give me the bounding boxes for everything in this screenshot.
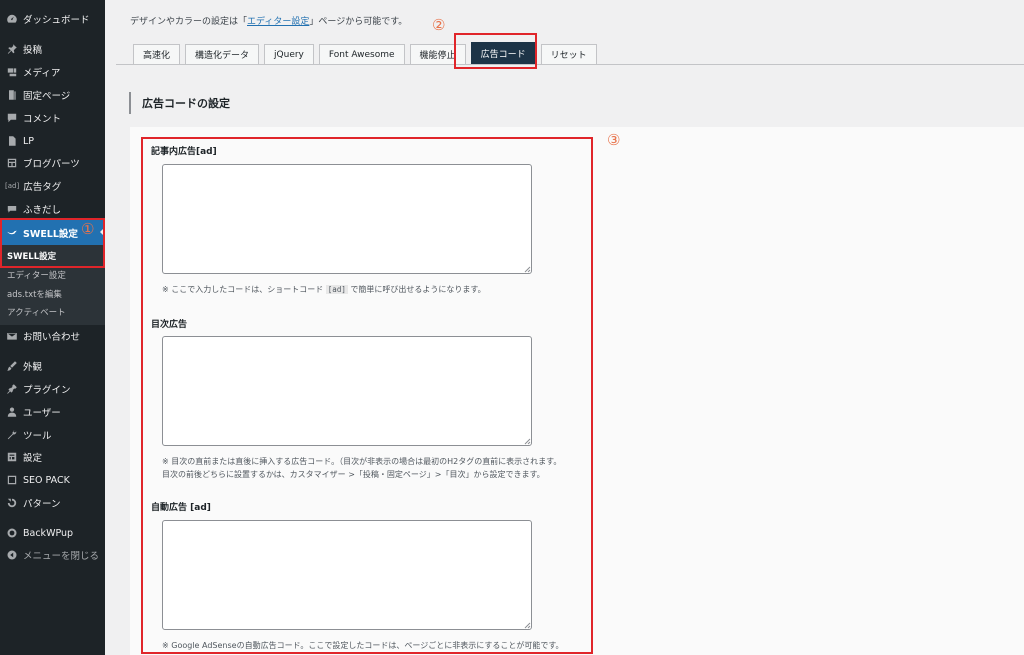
annotation-number-1: ① bbox=[81, 220, 95, 238]
sidebar-item-patterns[interactable]: パターン bbox=[0, 492, 105, 514]
pin-icon bbox=[5, 43, 18, 56]
sidebar-item-label: ダッシュボード bbox=[23, 15, 90, 26]
submenu-item-editor-settings[interactable]: エディター設定 bbox=[0, 266, 105, 284]
brush-icon bbox=[5, 360, 18, 373]
tab-speed[interactable]: 高速化 bbox=[133, 44, 181, 64]
document-icon bbox=[5, 135, 18, 148]
backwpup-icon bbox=[5, 527, 18, 540]
dashboard-icon bbox=[5, 13, 18, 26]
settings-description: デザインやカラーの設定は「エディター設定」ページから可能です。 bbox=[130, 17, 408, 27]
sidebar-item-label: 外観 bbox=[23, 362, 43, 373]
settings-icon bbox=[5, 451, 18, 464]
sidebar-item-contact[interactable]: お問い合わせ bbox=[0, 325, 105, 347]
sidebar-item-label: メディア bbox=[23, 68, 61, 79]
tab-structured-data[interactable]: 構造化データ bbox=[185, 44, 260, 64]
annotation-number-3: ③ bbox=[607, 131, 621, 149]
sidebar-item-comments[interactable]: コメント bbox=[0, 107, 105, 129]
seo-icon bbox=[5, 474, 18, 487]
sidebar-item-label: プラグイン bbox=[23, 385, 71, 396]
page-icon bbox=[5, 89, 18, 102]
sidebar-item-appearance[interactable]: 外観 bbox=[0, 355, 105, 377]
tabs-divider bbox=[116, 64, 1024, 65]
editor-settings-link[interactable]: エディター設定 bbox=[247, 17, 309, 27]
sidebar-item-blog-parts[interactable]: ブログパーツ bbox=[0, 152, 105, 174]
sidebar-item-lp[interactable]: LP bbox=[0, 130, 105, 152]
ad-icon: [ad] bbox=[5, 182, 20, 190]
sidebar-item-posts[interactable]: 投稿 bbox=[0, 38, 105, 60]
sidebar-item-label: LP bbox=[23, 135, 35, 147]
tab-reset[interactable]: リセット bbox=[540, 44, 597, 64]
sidebar-item-media[interactable]: メディア bbox=[0, 61, 105, 83]
page-title: 広告コードの設定 bbox=[129, 92, 230, 114]
sidebar-item-users[interactable]: ユーザー bbox=[0, 401, 105, 423]
collapse-icon bbox=[5, 549, 18, 562]
comment-icon bbox=[5, 112, 18, 125]
media-icon bbox=[5, 66, 18, 79]
sidebar-item-label: BackWPup bbox=[23, 527, 74, 539]
user-icon bbox=[5, 406, 18, 419]
layout-icon bbox=[5, 157, 18, 170]
sidebar-item-settings[interactable]: 設定 bbox=[0, 446, 105, 468]
sidebar-item-label: 設定 bbox=[23, 453, 43, 464]
sidebar-item-label: メニューを閉じる bbox=[23, 551, 100, 562]
sidebar-item-label: 固定ページ bbox=[23, 91, 71, 102]
mail-icon bbox=[5, 330, 18, 343]
sidebar-item-tools[interactable]: ツール bbox=[0, 424, 105, 446]
sidebar-item-label: SEO PACK bbox=[23, 474, 70, 486]
pattern-icon bbox=[5, 497, 18, 510]
sidebar-item-plugins[interactable]: プラグイン bbox=[0, 378, 105, 400]
plugin-icon bbox=[5, 383, 18, 396]
sidebar-item-ad-tags[interactable]: [ad] 広告タグ bbox=[0, 175, 105, 197]
sidebar-item-label: ユーザー bbox=[23, 408, 61, 419]
tab-jquery[interactable]: jQuery bbox=[264, 44, 314, 64]
submenu-item-activate[interactable]: アクティベート bbox=[0, 303, 105, 321]
sidebar-item-label: パターン bbox=[23, 499, 61, 510]
sidebar-item-dashboard[interactable]: ダッシュボード bbox=[0, 8, 105, 30]
sidebar-item-label: ふきだし bbox=[23, 205, 62, 216]
annotation-number-2: ② bbox=[432, 16, 446, 34]
sidebar-item-fukidashi[interactable]: ふきだし bbox=[0, 198, 105, 220]
bubble-icon bbox=[5, 203, 18, 216]
sidebar-item-label: 投稿 bbox=[23, 45, 43, 56]
admin-sidebar: ダッシュボード 投稿 メディア 固定ページ コメント LP ブログパーツ [ad… bbox=[0, 0, 105, 655]
annotation-box-2 bbox=[454, 33, 537, 69]
sidebar-item-label: コメント bbox=[23, 114, 62, 125]
sidebar-item-label: ブログパーツ bbox=[23, 159, 80, 170]
sidebar-item-label: お問い合わせ bbox=[23, 332, 81, 343]
sidebar-item-backwpup[interactable]: BackWPup bbox=[0, 522, 105, 544]
wrench-icon bbox=[5, 429, 18, 442]
sidebar-item-pages[interactable]: 固定ページ bbox=[0, 84, 105, 106]
tab-font-awesome[interactable]: Font Awesome bbox=[318, 44, 405, 64]
sidebar-collapse-menu[interactable]: メニューを閉じる bbox=[0, 544, 105, 566]
sidebar-item-label: 広告タグ bbox=[23, 182, 62, 193]
annotation-box-3 bbox=[141, 137, 593, 654]
sidebar-item-seo-pack[interactable]: SEO PACK bbox=[0, 469, 105, 491]
sidebar-item-label: ツール bbox=[23, 431, 52, 442]
submenu-item-ads-txt[interactable]: ads.txtを編集 bbox=[0, 285, 105, 303]
